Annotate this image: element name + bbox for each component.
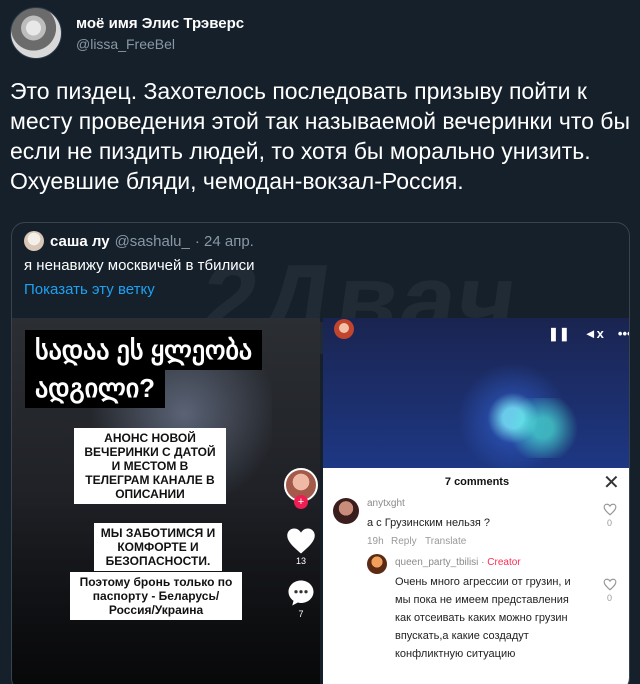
tiktok-avatar-icon (334, 319, 354, 339)
comment1-heart-icon[interactable] (603, 503, 617, 516)
comment2-avatar[interactable] (367, 554, 387, 574)
comment1-avatar[interactable] (333, 498, 359, 524)
comment2-line1: Очень много агрессии от грузин, и (395, 576, 571, 588)
comment2-line2: мы пока не имеем представления (395, 594, 569, 606)
video-label-announce: АНОНС НОВОЙ ВЕЧЕРИНКИ С ДАТОЙ И МЕСТОМ В… (74, 428, 226, 504)
quoted-author-handle[interactable]: @sashalu_ (115, 233, 190, 250)
video-label-passport: Поэтому бронь только по паспорту - Белар… (70, 572, 242, 620)
comment2-line4: впускать,а какие создадут (395, 630, 529, 642)
comment1-text: а с Грузинским нельзя ? (367, 517, 491, 529)
comment2-likes: 0 (607, 593, 613, 603)
comment1-likes: 0 (607, 518, 613, 528)
video-label-safety: МЫ ЗАБОТИМСЯ И КОМФОРТЕ И БЕЗОПАСНОСТИ. (94, 523, 222, 571)
tweet-text: Это пиздец. Захотелось последовать призы… (10, 78, 630, 194)
quoted-author-avatar[interactable] (24, 231, 44, 251)
quoted-author-name[interactable]: саша лу (50, 233, 110, 250)
comment1-user[interactable]: anytxght (367, 498, 405, 509)
comment2-heart-icon[interactable] (603, 578, 617, 591)
author-handle[interactable]: @lissa_FreeBel (76, 36, 244, 52)
tweet-header: моё имя Элис Трэверс @lissa_FreeBel (10, 7, 244, 59)
heart-icon[interactable] (286, 527, 316, 555)
comment1-time: 19h (367, 536, 384, 547)
follow-plus-icon[interactable]: + (294, 495, 308, 509)
video-caption-line2: ადგილი? (25, 368, 166, 408)
quoted-tweet-media[interactable]: სადაა ეს ყლეობა ადგილი? АНОНС НОВОЙ ВЕЧЕ… (12, 318, 629, 684)
comment1-reply[interactable]: Reply (391, 536, 417, 547)
likes-count: 13 (295, 556, 306, 566)
comment2-line5: конфликтную ситуацию (395, 648, 516, 660)
more-icon[interactable]: ••• (618, 326, 629, 342)
show-thread-link[interactable]: Показать эту ветку (24, 281, 155, 298)
comments-sheet: 7 comments ✕ anytxght а с Грузинским нел… (323, 468, 629, 684)
close-icon[interactable]: ✕ (603, 470, 620, 495)
comments-title: 7 comments (444, 476, 510, 488)
author-display-name[interactable]: моё имя Элис Трэверс (76, 15, 244, 32)
player-controls: ❚❚ ◄x ••• (548, 326, 629, 342)
creator-badge: Creator (487, 557, 521, 568)
quoted-tweet[interactable]: 2Двач саша лу @sashalu_ · 24 апр. я нена… (11, 222, 630, 684)
right-video-frame: ❚❚ ◄x ••• 7 comments ✕ anytxght а с Груз… (323, 318, 629, 684)
quoted-tweet-header: саша лу @sashalu_ · 24 апр. (24, 231, 254, 251)
comment1-translate[interactable]: Translate (425, 536, 466, 547)
video-caption-line1: სადაა ეს ყლეობა (25, 330, 263, 370)
comment-bubble-icon[interactable] (286, 578, 316, 608)
comment2-username[interactable]: queen_party_tbilisi (395, 557, 478, 568)
comment2-user[interactable]: queen_party_tbilisi · Creator (395, 557, 521, 568)
left-video-frame: სადაა ეს ყლეობა ადგილი? АНОНС НОВОЙ ВЕЧЕ… (12, 318, 320, 684)
author-avatar[interactable] (10, 7, 62, 59)
volume-icon[interactable]: ◄x (584, 326, 604, 342)
pause-icon[interactable]: ❚❚ (548, 326, 570, 342)
quoted-tweet-date[interactable]: · 24 апр. (195, 233, 254, 250)
stage-light-beam-2 (503, 398, 583, 458)
comments-count: 7 (298, 609, 304, 619)
quoted-tweet-text: я ненавижу москвичей в тбилиси (24, 257, 255, 274)
author-names: моё имя Элис Трэверс @lissa_FreeBel (76, 15, 244, 52)
tiktok-side-actions: + 13 7 (284, 468, 318, 619)
comment2-line3: как отсеивать каких можно грузин (395, 612, 568, 624)
